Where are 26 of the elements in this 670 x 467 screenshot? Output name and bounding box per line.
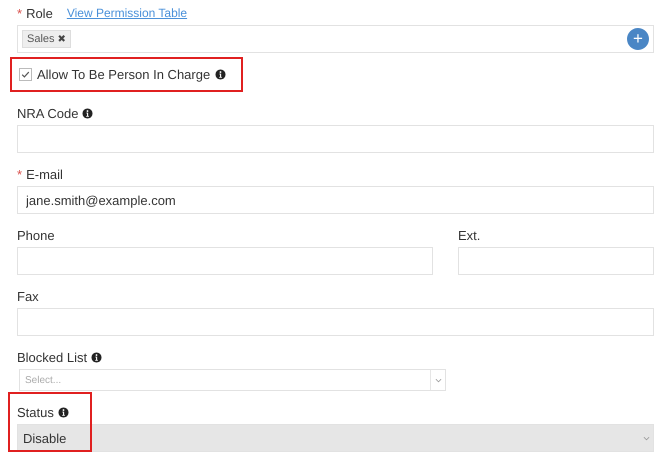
field-label: NRA Code: [17, 106, 78, 120]
remove-icon[interactable]: ✖: [58, 33, 66, 45]
field-label: Phone: [17, 228, 55, 242]
field-label: Ext.: [458, 228, 480, 242]
tag-label: Sales: [27, 33, 55, 45]
input-field[interactable]: [17, 308, 654, 336]
required-mark: *: [17, 166, 22, 182]
field-label: Blocked List: [17, 350, 88, 364]
input-field[interactable]: [458, 247, 654, 275]
field-label: Fax: [17, 288, 39, 304]
input-field[interactable]: [17, 247, 433, 275]
caret-icon: [642, 436, 650, 440]
field-label: E-mail: [26, 166, 63, 182]
checkbox[interactable]: [19, 68, 32, 81]
select-value: Disable: [23, 430, 66, 446]
caret-icon: [434, 378, 442, 382]
checkbox-label: Allow To Be Person In Charge: [37, 67, 210, 82]
required-mark: *: [17, 6, 22, 20]
role-tag[interactable]: Sales ✖: [22, 30, 71, 48]
add-button[interactable]: +: [627, 28, 649, 50]
input-field[interactable]: [17, 125, 654, 153]
role-field[interactable]: Sales ✖ +: [17, 25, 654, 53]
field-label: Status: [17, 404, 54, 420]
select-placeholder: Select...: [25, 374, 62, 386]
field-label: Role: [26, 6, 53, 20]
input-field[interactable]: jane.smith@example.com: [17, 186, 654, 214]
